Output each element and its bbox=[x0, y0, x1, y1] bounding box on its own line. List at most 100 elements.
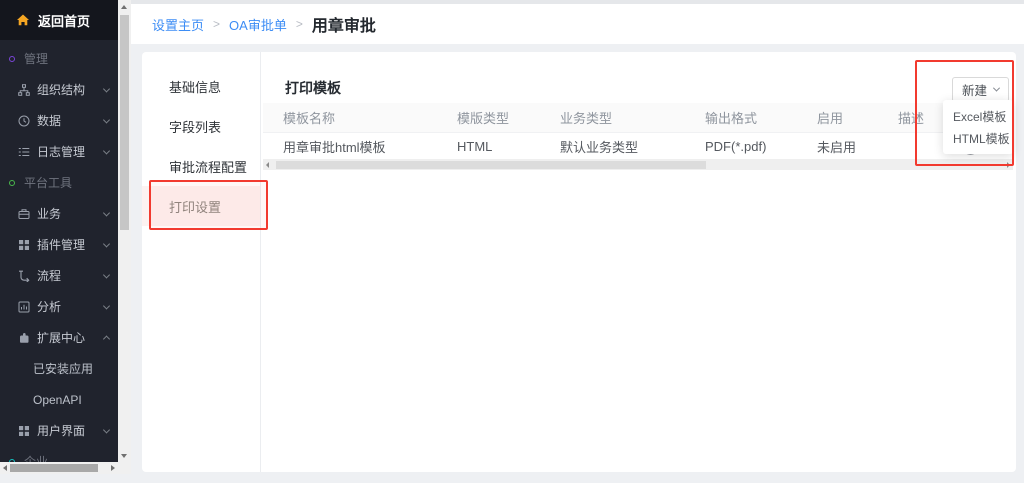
chevron-down-icon bbox=[103, 209, 110, 216]
chevron-down-icon bbox=[103, 85, 110, 92]
menu-item-html-template[interactable]: HTML模板 bbox=[943, 127, 1013, 149]
clock-icon bbox=[18, 115, 30, 127]
column-header-output-format: 输出格式 bbox=[685, 108, 797, 127]
column-header-template-type: 模版类型 bbox=[437, 108, 540, 127]
sidebar-nav: 管理 组织结构 数据 bbox=[0, 40, 118, 462]
breadcrumb: 设置主页 > OA审批单 > 用章审批 bbox=[131, 4, 1024, 44]
tab-label: 打印设置 bbox=[169, 197, 221, 216]
scroll-left-arrow-icon[interactable] bbox=[3, 465, 7, 471]
breadcrumb-link-oa-form[interactable]: OA审批单 bbox=[229, 15, 287, 34]
sitemap-icon bbox=[18, 84, 30, 96]
sidebar-item-label: 分析 bbox=[37, 298, 61, 315]
sidebar-item-label: 扩展中心 bbox=[37, 329, 85, 346]
log-list-icon bbox=[18, 146, 30, 158]
sidebar-item-plugin-management[interactable]: 插件管理 bbox=[0, 229, 118, 260]
sidebar-item-label: 数据 bbox=[37, 112, 61, 129]
settings-tab-list: 基础信息 字段列表 审批流程配置 打印设置 bbox=[142, 52, 261, 472]
sidebar-item-data[interactable]: 数据 bbox=[0, 105, 118, 136]
flow-icon bbox=[18, 270, 30, 282]
ui-grid-icon bbox=[18, 425, 30, 437]
tab-label: 审批流程配置 bbox=[169, 157, 247, 176]
sidebar-item-label: 平台工具 bbox=[24, 174, 72, 191]
chevron-down-icon bbox=[103, 302, 110, 309]
sidebar-item-platform-tools[interactable]: 平台工具 bbox=[0, 167, 118, 198]
chevron-down-icon bbox=[103, 426, 110, 433]
cell-template-name: 用章审批html模板 bbox=[263, 137, 437, 156]
sidebar-vertical-scrollbar[interactable] bbox=[118, 0, 131, 474]
chevron-down-icon bbox=[103, 240, 110, 247]
cell-template-type: HTML bbox=[437, 139, 540, 154]
sidebar-item-label: 业务 bbox=[37, 205, 61, 222]
sidebar-item-installed-apps[interactable]: 已安装应用 bbox=[0, 353, 118, 384]
tab-label: 基础信息 bbox=[169, 77, 221, 96]
chevron-down-icon bbox=[993, 85, 1000, 92]
chevron-down-icon bbox=[103, 271, 110, 278]
sidebar-item-org-structure[interactable]: 组织结构 bbox=[0, 74, 118, 105]
circle-bullet-icon bbox=[9, 56, 15, 62]
sidebar-horizontal-scrollbar[interactable] bbox=[0, 462, 118, 474]
cell-business-type: 默认业务类型 bbox=[540, 137, 685, 156]
briefcase-icon bbox=[18, 208, 30, 220]
tab-print-settings[interactable]: 打印设置 bbox=[142, 186, 260, 226]
new-template-dropdown-menu: Excel模板 HTML模板 bbox=[943, 100, 1013, 154]
scrollbar-thumb[interactable] bbox=[120, 15, 129, 230]
tab-approval-flow-config[interactable]: 审批流程配置 bbox=[142, 146, 260, 186]
template-table-header: 模板名称 模版类型 业务类型 输出格式 启用 描述 bbox=[263, 103, 1013, 133]
table-row[interactable]: 用章审批html模板 HTML 默认业务类型 PDF(*.pdf) 未启用 bbox=[263, 133, 1013, 159]
page-title: 用章审批 bbox=[312, 12, 376, 36]
analysis-chart-icon bbox=[18, 301, 30, 313]
sidebar-item-analysis[interactable]: 分析 bbox=[0, 291, 118, 322]
scroll-up-arrow-icon[interactable] bbox=[121, 5, 127, 9]
sidebar-item-label: OpenAPI bbox=[33, 393, 82, 407]
chevron-down-icon bbox=[103, 147, 110, 154]
home-icon bbox=[16, 14, 30, 26]
chevron-down-icon bbox=[103, 116, 110, 123]
scrollbar-thumb[interactable] bbox=[10, 464, 98, 472]
plugin-grid-icon bbox=[18, 239, 30, 251]
sidebar-item-user-interface[interactable]: 用户界面 bbox=[0, 415, 118, 446]
column-header-business-type: 业务类型 bbox=[540, 108, 685, 127]
sidebar-item-label: 用户界面 bbox=[37, 422, 85, 439]
sidebar-item-enterprise[interactable]: 企业 bbox=[0, 446, 118, 462]
cell-enabled: 未启用 bbox=[797, 137, 878, 156]
scroll-down-arrow-icon[interactable] bbox=[121, 454, 127, 458]
sidebar-home-label: 返回首页 bbox=[38, 11, 90, 30]
column-header-enabled: 启用 bbox=[797, 108, 878, 127]
circle-bullet-icon bbox=[9, 180, 15, 186]
sidebar-item-business[interactable]: 业务 bbox=[0, 198, 118, 229]
sidebar-item-label: 管理 bbox=[24, 50, 48, 67]
chevron-up-icon bbox=[103, 335, 110, 342]
extension-icon bbox=[18, 332, 30, 344]
sidebar-item-manage[interactable]: 管理 bbox=[0, 43, 118, 74]
cell-output-format: PDF(*.pdf) bbox=[685, 139, 797, 154]
sidebar-item-process[interactable]: 流程 bbox=[0, 260, 118, 291]
tab-basic-info[interactable]: 基础信息 bbox=[142, 66, 260, 106]
print-template-title: 打印模板 bbox=[285, 78, 341, 98]
column-header-template-name: 模板名称 bbox=[263, 108, 437, 127]
table-horizontal-scrollbar[interactable] bbox=[263, 159, 1013, 170]
tab-label: 字段列表 bbox=[169, 117, 221, 136]
menu-item-excel-template[interactable]: Excel模板 bbox=[943, 105, 1013, 127]
scroll-right-arrow-icon[interactable] bbox=[111, 465, 115, 471]
sidebar-item-extension-center[interactable]: 扩展中心 bbox=[0, 322, 118, 353]
sidebar-item-label: 组织结构 bbox=[37, 81, 85, 98]
settings-card: 基础信息 字段列表 审批流程配置 打印设置 打印模板 新建 模板名称 模版类型 … bbox=[142, 52, 1016, 472]
scroll-right-arrow-icon[interactable] bbox=[1007, 162, 1010, 168]
sidebar-item-label: 已安装应用 bbox=[33, 360, 93, 377]
sidebar-item-label: 企业 bbox=[24, 453, 48, 462]
sidebar-item-log-management[interactable]: 日志管理 bbox=[0, 136, 118, 167]
breadcrumb-separator: > bbox=[213, 17, 220, 31]
new-template-button[interactable]: 新建 bbox=[952, 77, 1009, 102]
tab-field-list[interactable]: 字段列表 bbox=[142, 106, 260, 146]
breadcrumb-separator: > bbox=[296, 17, 303, 31]
sidebar-item-label: 日志管理 bbox=[37, 143, 85, 160]
scrollbar-thumb[interactable] bbox=[276, 161, 706, 169]
sidebar-item-openapi[interactable]: OpenAPI bbox=[0, 384, 118, 415]
column-header-description: 描述 bbox=[878, 108, 943, 127]
main-sidebar: 返回首页 管理 组织结构 数据 bbox=[0, 0, 118, 462]
sidebar-item-label: 插件管理 bbox=[37, 236, 85, 253]
scroll-left-arrow-icon[interactable] bbox=[266, 162, 269, 168]
breadcrumb-link-settings-home[interactable]: 设置主页 bbox=[152, 15, 204, 34]
sidebar-home-button[interactable]: 返回首页 bbox=[0, 0, 118, 40]
new-button-label: 新建 bbox=[962, 80, 987, 99]
